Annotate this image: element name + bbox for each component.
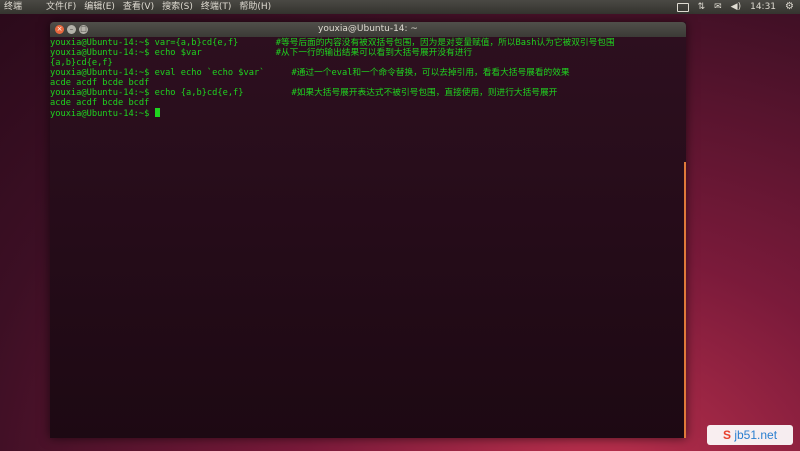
menu-edit[interactable]: 编辑(E) bbox=[80, 0, 119, 14]
terminal-command: acde acdf bcde bcdf bbox=[50, 98, 150, 108]
window-title: youxia@Ubuntu-14: ~ bbox=[318, 24, 418, 34]
terminal-comment: #等号后面的内容没有被双括号包围，因为是对变量赋值，所以Bash认为它被双引号包… bbox=[275, 38, 615, 48]
menu-bar: 文件(F) 编辑(E) 查看(V) 搜索(S) 终端(T) 帮助(H) bbox=[42, 0, 275, 14]
menu-terminal[interactable]: 终端(T) bbox=[197, 0, 236, 14]
terminal-command: acde acdf bcde bcdf bbox=[50, 78, 150, 88]
terminal-line: acde acdf bcde bcdf bbox=[50, 98, 686, 108]
watermark-site: jb51.net bbox=[734, 428, 778, 442]
gear-icon[interactable]: ⚙ bbox=[785, 0, 794, 14]
text-cursor bbox=[154, 108, 160, 117]
terminal-line: youxia@Ubuntu-14:~$ var={a,b}cd{e,f} #等号后… bbox=[50, 38, 686, 48]
volume-icon[interactable]: ◀) bbox=[731, 0, 741, 14]
terminal-line: youxia@Ubuntu-14:~$ echo $var #从下一行的输出结果可… bbox=[50, 48, 686, 58]
terminal-prompt-line: youxia@Ubuntu-14:~$ bbox=[50, 108, 686, 119]
window-titlebar[interactable]: × – □ youxia@Ubuntu-14: ~ bbox=[50, 22, 686, 37]
terminal-command: youxia@Ubuntu-14:~$ echo $var bbox=[50, 48, 202, 58]
menu-help[interactable]: 帮助(H) bbox=[235, 0, 275, 14]
terminal-line: youxia@Ubuntu-14:~$ eval echo `echo $var… bbox=[50, 68, 686, 78]
terminal-output[interactable]: youxia@Ubuntu-14:~$ var={a,b}cd{e,f} #等号后… bbox=[50, 37, 686, 438]
mail-icon[interactable]: ✉ bbox=[714, 0, 722, 14]
terminal-comment: #从下一行的输出结果可以看到大括号展开没有进行 bbox=[275, 48, 473, 58]
clock[interactable]: 14:31 bbox=[750, 0, 776, 14]
terminal-command: youxia@Ubuntu-14:~$ echo {a,b}cd{e,f} bbox=[50, 88, 244, 98]
terminal-line: acde acdf bcde bcdf bbox=[50, 78, 686, 88]
menu-search[interactable]: 搜索(S) bbox=[158, 0, 197, 14]
scrollbar[interactable] bbox=[684, 162, 686, 438]
keyboard-icon[interactable] bbox=[676, 2, 689, 12]
terminal-comment: #如果大括号展开表达式不被引号包围，直接使用，则进行大括号展开 bbox=[291, 88, 558, 98]
active-app-title: 终端 bbox=[4, 2, 23, 12]
menu-file[interactable]: 文件(F) bbox=[42, 0, 80, 14]
terminal-command: {a,b}cd{e,f} bbox=[50, 58, 113, 68]
terminal-line: youxia@Ubuntu-14:~$ echo {a,b}cd{e,f} #如果… bbox=[50, 88, 686, 98]
terminal-command: youxia@Ubuntu-14:~$ var={a,b}cd{e,f} bbox=[50, 38, 239, 48]
terminal-window: × – □ youxia@Ubuntu-14: ~ youxia@Ubuntu-… bbox=[50, 22, 686, 438]
watermark-logo: S bbox=[722, 428, 731, 442]
site-watermark: S jb51.net bbox=[707, 425, 793, 445]
top-panel: 终端 文件(F) 编辑(E) 查看(V) 搜索(S) 终端(T) 帮助(H) ⇅… bbox=[0, 0, 800, 14]
terminal-comment: #通过一个eval和一个命令替换，可以去掉引用，看看大括号展看的效果 bbox=[291, 68, 570, 78]
menu-view[interactable]: 查看(V) bbox=[119, 0, 158, 14]
network-icon[interactable]: ⇅ bbox=[698, 0, 706, 14]
terminal-prompt: youxia@Ubuntu-14:~$ bbox=[50, 109, 155, 119]
system-tray: ⇅ ✉ ◀) 14:31 ⚙ bbox=[676, 0, 800, 14]
terminal-line: {a,b}cd{e,f} bbox=[50, 58, 686, 68]
terminal-command: youxia@Ubuntu-14:~$ eval echo `echo $var… bbox=[50, 68, 265, 78]
